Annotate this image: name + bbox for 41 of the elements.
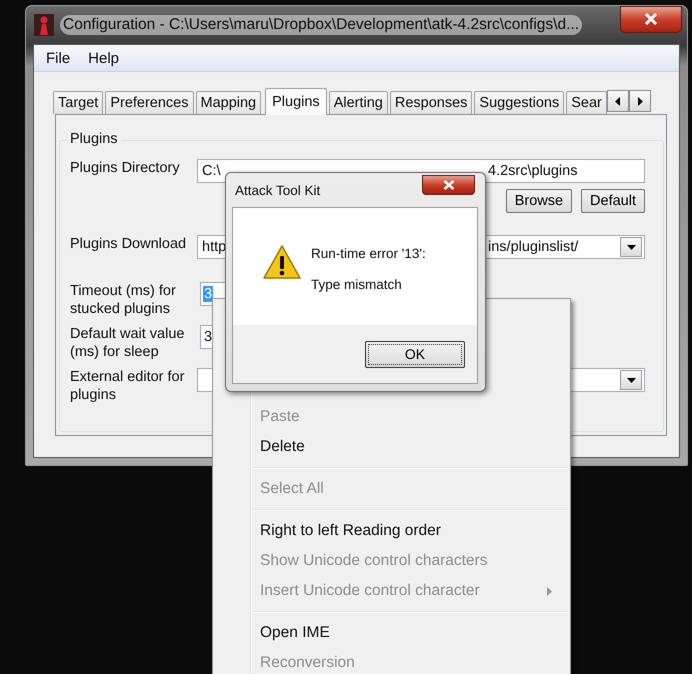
close-button[interactable] [620,6,682,32]
scroll-right-button[interactable] [628,90,651,112]
field-label: Default wait value (ms) for sleep [70,325,186,362]
figure-icon [34,14,54,36]
ok-button[interactable]: OK [365,340,465,368]
field-label: Plugins Download [70,235,188,254]
scroll-left-button[interactable] [606,90,629,112]
error-message: Run-time error '13': [311,246,426,261]
warning-icon [263,245,301,279]
field-label: Timeout (ms) for stucked plugins [70,282,177,319]
tab[interactable]: Suggestions [474,91,564,114]
push-button[interactable]: Browse [506,189,572,213]
dropdown-button[interactable] [620,370,642,390]
window-title: Configuration - C:\Users\maru\Dropbox\Development\atk-4.2src\configs\d... [60,15,582,35]
context-menu-item[interactable]: Delete [215,432,568,462]
tab[interactable]: Plugins [265,88,327,115]
dropdown-button[interactable] [620,237,642,257]
context-menu-item[interactable]: Open IME [215,618,568,648]
tab[interactable]: Alerting [328,91,388,114]
close-button[interactable] [422,175,475,195]
left-arrow-icon [614,96,621,106]
tab[interactable]: Preferences [105,91,194,114]
close-icon [644,13,658,25]
caret-icon [626,244,636,250]
close-icon [442,180,454,190]
submenu-arrow-icon [547,586,552,596]
caret-icon [626,378,636,382]
menu-item[interactable]: Help [86,50,122,66]
field-label: Plugins Directory [70,159,181,178]
push-button[interactable]: Default [581,189,645,213]
dialog-title: Attack Tool Kit [235,182,320,198]
right-arrow-icon [636,96,643,106]
field-label: External editor for plugins [70,368,186,405]
error-detail: Type mismatch [311,277,403,292]
tab[interactable]: Mapping [196,91,262,114]
menu-item[interactable]: File [44,50,72,66]
tab[interactable]: Sear [566,91,607,114]
context-menu-item[interactable]: Right to left Reading order [215,516,568,546]
tab[interactable]: Target [53,91,104,114]
tab[interactable]: Responses [390,91,472,114]
group-title: Plugins [67,131,121,147]
